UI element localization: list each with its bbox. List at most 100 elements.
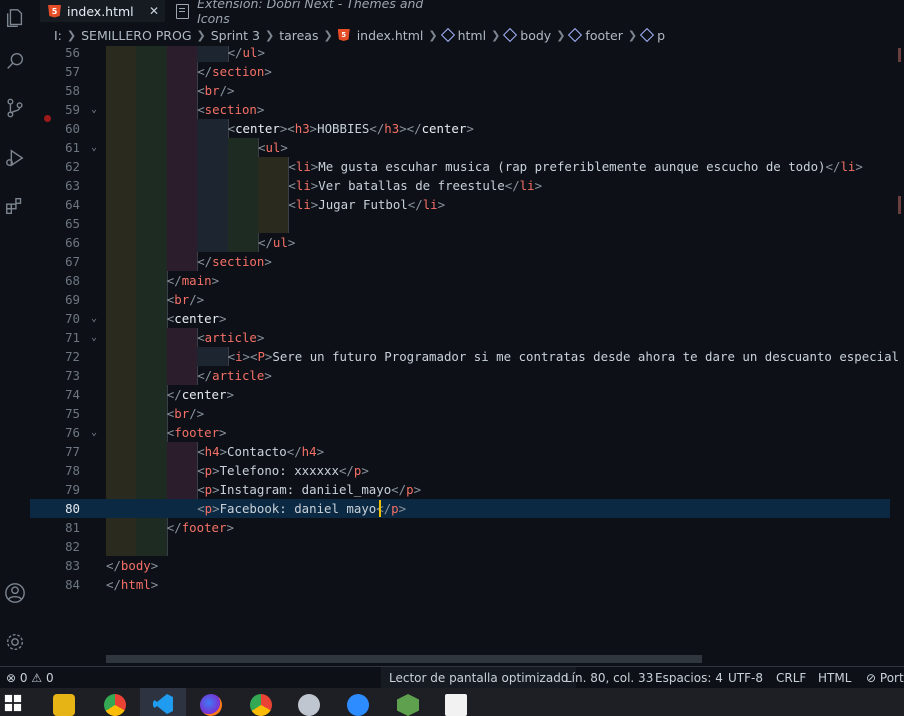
code-line[interactable]: 64 <li>Jugar Futbol</li>	[30, 195, 890, 214]
paint-icon[interactable]	[298, 694, 320, 716]
breakpoint-icon[interactable]	[44, 115, 51, 122]
dinosaur-icon[interactable]	[445, 694, 467, 716]
fold-chevron-icon[interactable]: ⌄	[88, 138, 100, 157]
settings-gear-icon[interactable]	[3, 630, 27, 654]
tab-extension[interactable]: Extensión: Dobri Next - Themes and Icons	[170, 0, 440, 26]
chrome-icon[interactable]	[104, 694, 126, 716]
nodejs-icon[interactable]	[397, 694, 419, 716]
code-line[interactable]: 66 </ul>	[30, 233, 890, 252]
code-line[interactable]: 57 </section>	[30, 62, 890, 81]
windows-start-icon[interactable]	[4, 694, 22, 716]
code-token: article	[204, 330, 257, 345]
code-line[interactable]: 65	[30, 214, 890, 233]
code-line[interactable]: 68 </main>	[30, 271, 890, 290]
breadcrumb-item[interactable]: Sprint 3	[211, 28, 260, 43]
line-number: 65	[65, 216, 80, 231]
firefox-icon[interactable]	[200, 694, 222, 716]
code-line[interactable]: 72 <i><P>Sere un futuro Programador si me…	[30, 347, 899, 366]
code-line[interactable]: 76 ⌄ <footer>	[30, 423, 890, 442]
source-control-icon[interactable]	[3, 96, 27, 120]
line-number: 84	[65, 577, 80, 592]
code-line[interactable]: 84 </html>	[30, 575, 890, 594]
code-token: section	[212, 64, 265, 79]
encoding[interactable]: UTF-8	[728, 671, 763, 685]
search-icon[interactable]	[3, 49, 27, 73]
code-token: footer	[181, 520, 227, 535]
code-editor[interactable]: 56 </ul> 57 </section> 58 <br/> 59 ⌄ <section> 60…	[30, 46, 904, 656]
breadcrumb-symbol[interactable]: body	[503, 28, 551, 43]
line-number: 63	[65, 178, 80, 193]
chrome-icon[interactable]	[250, 694, 272, 716]
problems-indicator[interactable]: ⊗ 0 ⚠ 0	[6, 671, 54, 685]
code-line[interactable]: 59 ⌄ <section>	[30, 100, 890, 119]
code-line[interactable]: 58 <br/>	[30, 81, 890, 100]
extension-preview-icon	[176, 3, 190, 19]
code-text: <ul>	[258, 138, 288, 157]
breadcrumb-symbol[interactable]: html	[440, 28, 486, 43]
file-explorer-icon[interactable]	[53, 694, 75, 716]
code-token: >	[212, 482, 220, 497]
fold-chevron-icon[interactable]: ⌄	[88, 100, 100, 119]
code-line[interactable]: 80 <p>Facebook: daniel mayo</p>	[30, 499, 890, 518]
code-text: </center>	[167, 385, 234, 404]
extensions-icon[interactable]	[3, 194, 27, 218]
code-token: <	[288, 159, 296, 174]
breadcrumb-symbol[interactable]: footer	[568, 27, 623, 43]
account-icon[interactable]	[3, 581, 27, 605]
run-debug-icon[interactable]	[3, 146, 27, 170]
zoom-icon[interactable]	[347, 694, 369, 716]
activity-bar	[0, 0, 30, 666]
code-line[interactable]: 82	[30, 537, 890, 556]
end-of-line[interactable]: CRLF	[776, 671, 806, 685]
error-icon: ⊗	[6, 671, 17, 685]
code-line[interactable]: 77 <h4>Contacto</h4>	[30, 442, 890, 461]
code-line[interactable]: 62 <li>Me gusta escuhar musica (rap prefe…	[30, 157, 890, 176]
code-line[interactable]: 71 ⌄ <article>	[30, 328, 890, 347]
code-line[interactable]: 69 <br/>	[30, 290, 890, 309]
code-line[interactable]: 60 <center><h3>HOBBIES</h3></center>	[30, 119, 890, 138]
explorer-icon[interactable]	[3, 6, 27, 30]
line-number: 80	[65, 501, 80, 516]
vscode-taskbar-button[interactable]	[140, 688, 186, 716]
line-number: 56	[65, 46, 80, 60]
cursor-position[interactable]: Lín. 80, col. 33	[565, 671, 653, 685]
tab-index-html[interactable]: 5 index.html ✕	[40, 0, 165, 22]
breadcrumb: I: ❯ SEMILLERO PROG ❯ Sprint 3 ❯ tareas …	[30, 24, 904, 46]
code-token: </	[338, 463, 354, 478]
code-line[interactable]: 83 </body>	[30, 556, 890, 575]
code-token: >	[256, 330, 265, 345]
code-line[interactable]: 79 <p>Instagram: daniiel_mayo</p>	[30, 480, 890, 499]
breadcrumb-item[interactable]: tareas	[279, 28, 318, 43]
breadcrumb-file[interactable]: 5 index.html	[337, 28, 423, 43]
screen-reader-mode[interactable]: Lector de pantalla optimizado	[381, 667, 577, 689]
code-line[interactable]: 56 </ul>	[30, 46, 890, 62]
breadcrumb-label: footer	[585, 27, 623, 43]
line-number: 58	[65, 83, 80, 98]
code-line[interactable]: 81 </footer>	[30, 518, 890, 537]
language-mode[interactable]: HTML	[818, 671, 851, 685]
code-token: html	[120, 577, 151, 592]
code-text: <footer>	[167, 423, 227, 442]
code-text: </section>	[197, 252, 272, 271]
breadcrumb-symbol[interactable]: p	[640, 28, 665, 43]
fold-chevron-icon[interactable]: ⌄	[88, 423, 100, 442]
code-line[interactable]: 73 </article>	[30, 366, 890, 385]
code-line[interactable]: 63 <li>Ver batallas de freestule</li>	[30, 176, 890, 195]
breadcrumb-item[interactable]: I:	[54, 28, 62, 43]
breadcrumb-item[interactable]: SEMILLERO PROG	[81, 28, 191, 43]
code-line[interactable]: 74 </center>	[30, 385, 890, 404]
horizontal-scrollbar[interactable]	[106, 655, 702, 663]
close-icon[interactable]: ✕	[149, 4, 159, 18]
code-line[interactable]: 61 ⌄ <ul>	[30, 138, 890, 157]
code-token: p	[204, 463, 213, 478]
code-token: Ver batallas de freestule	[318, 178, 505, 193]
code-line[interactable]: 67 </section>	[30, 252, 890, 271]
fold-chevron-icon[interactable]: ⌄	[88, 328, 100, 347]
code-token: <	[227, 121, 236, 136]
code-line[interactable]: 70 ⌄ <center>	[30, 309, 890, 328]
port-indicator[interactable]: ⊘ Port	[866, 671, 904, 685]
indentation[interactable]: Espacios: 4	[655, 671, 723, 685]
code-line[interactable]: 75 <br/>	[30, 404, 890, 423]
code-line[interactable]: 78 <p>Telefono: xxxxxx</p>	[30, 461, 890, 480]
fold-chevron-icon[interactable]: ⌄	[88, 309, 100, 328]
